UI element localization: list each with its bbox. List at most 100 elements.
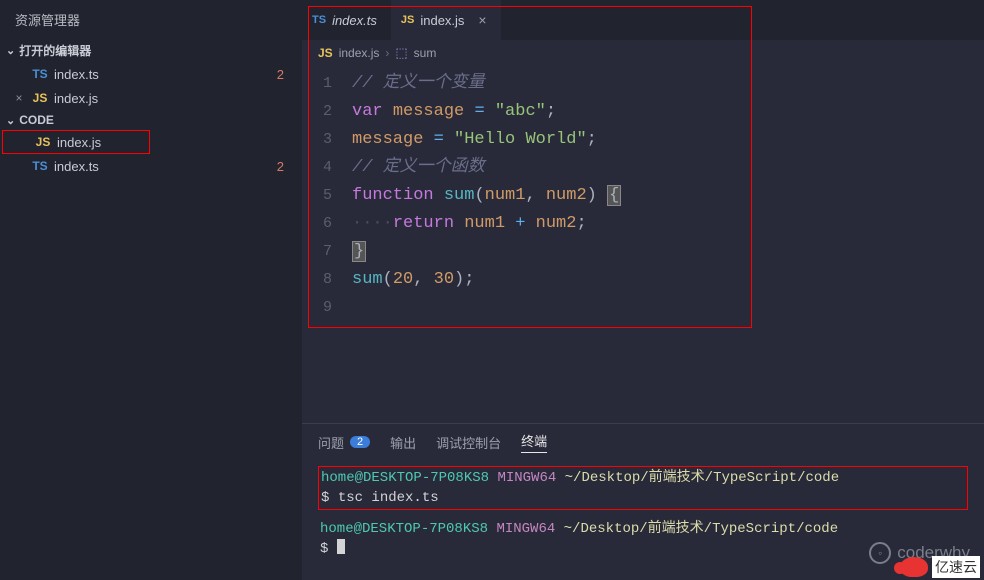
breadcrumb-symbol: sum	[414, 46, 437, 60]
code-token: ;	[576, 214, 586, 233]
close-icon[interactable]: ×	[478, 12, 486, 28]
terminal-path: ~/Desktop/前端技术/TypeScript/code	[564, 521, 838, 537]
terminal-cursor	[337, 539, 345, 554]
tab-label: 问题	[318, 433, 344, 452]
workspace-header[interactable]: ⌄ CODE	[0, 110, 302, 130]
problems-count: 2	[350, 436, 370, 448]
code-token: message	[352, 130, 423, 149]
editor-tabs: TS index.ts JS index.js ×	[302, 0, 984, 40]
tab-terminal[interactable]: 终端	[521, 431, 547, 453]
code-token: =	[474, 102, 484, 121]
js-icon: JS	[30, 91, 50, 105]
code-token: num1	[464, 214, 505, 233]
open-editor-item[interactable]: TS index.ts 2	[0, 62, 302, 86]
chevron-right-icon: ›	[385, 46, 389, 60]
symbol-method-icon: ⬚	[395, 45, 407, 61]
code-token: 20	[393, 270, 413, 289]
tab-label: index.js	[420, 13, 464, 28]
ts-icon: TS	[30, 159, 50, 173]
cloud-icon	[900, 557, 928, 577]
terminal-user: home@DESKTOP-7P08KS8	[320, 521, 488, 537]
wechat-icon: ◦	[869, 542, 891, 564]
code-editor[interactable]: 1// 定义一个变量 2var message = "abc"; 3messag…	[302, 66, 984, 423]
explorer-sidebar: 资源管理器 ⌄ 打开的编辑器 TS index.ts 2 × JS index.…	[0, 0, 302, 580]
breadcrumb[interactable]: JS index.js › ⬚ sum	[302, 40, 984, 66]
line-number: 9	[302, 294, 352, 322]
code-token: ,	[525, 186, 545, 205]
terminal-user: home@DESKTOP-7P08KS8	[321, 470, 489, 486]
code-token: 30	[434, 270, 454, 289]
panel-tabs: 问题 2 输出 调试控制台 终端	[302, 424, 984, 460]
line-number: 8	[302, 266, 352, 294]
code-token: +	[515, 214, 525, 233]
line-number: 2	[302, 98, 352, 126]
code-token: "Hello World"	[454, 130, 587, 149]
comment: // 定义一个函数	[352, 158, 485, 177]
comment: // 定义一个变量	[352, 74, 485, 93]
line-number: 3	[302, 126, 352, 154]
code-token: num2	[546, 186, 587, 205]
tab-label: index.ts	[332, 13, 377, 28]
breadcrumb-file: index.js	[339, 46, 380, 60]
code-token: (	[474, 186, 484, 205]
code-token: ;	[546, 102, 556, 121]
editor-area: TS index.ts JS index.js × JS index.js › …	[302, 0, 984, 580]
code-token: ;	[587, 130, 597, 149]
open-editors-header[interactable]: ⌄ 打开的编辑器	[0, 39, 302, 62]
terminal-command: tsc index.ts	[338, 490, 439, 506]
tab-indexts[interactable]: TS index.ts	[302, 0, 391, 40]
code-token: var	[352, 102, 383, 121]
code-token: ;	[464, 270, 474, 289]
file-item-indexts[interactable]: TS index.ts 2	[0, 154, 302, 178]
code-token: function	[352, 186, 434, 205]
ts-icon: TS	[312, 14, 326, 26]
file-label: index.js	[53, 135, 141, 150]
line-number: 1	[302, 70, 352, 98]
line-number: 6	[302, 210, 352, 238]
terminal-command-block: home@DESKTOP-7P08KS8 MINGW64 ~/Desktop/前…	[318, 466, 968, 510]
terminal-env: MINGW64	[496, 521, 555, 537]
file-label: index.ts	[50, 67, 277, 82]
code-token: "abc"	[495, 102, 546, 121]
terminal-path: ~/Desktop/前端技术/TypeScript/code	[565, 470, 839, 486]
code-token: {	[607, 185, 621, 206]
js-icon: JS	[33, 135, 53, 149]
code-token: }	[352, 241, 366, 262]
workspace-label: CODE	[19, 113, 54, 127]
tab-problems[interactable]: 问题 2	[318, 433, 370, 452]
terminal-env: MINGW64	[497, 470, 556, 486]
tab-debug-console[interactable]: 调试控制台	[436, 433, 501, 452]
indent-guide: ····	[352, 214, 393, 233]
terminal-dollar: $	[320, 541, 328, 557]
ts-icon: TS	[30, 67, 50, 81]
file-item-indexjs[interactable]: JS index.js	[2, 130, 150, 154]
file-label: index.js	[50, 91, 284, 106]
code-token: )	[587, 186, 607, 205]
tab-output[interactable]: 输出	[390, 433, 416, 452]
line-number: 4	[302, 154, 352, 182]
chevron-down-icon: ⌄	[6, 114, 15, 127]
tab-label: 终端	[521, 431, 547, 450]
code-token: num2	[536, 214, 577, 233]
code-token: ,	[413, 270, 433, 289]
code-token: message	[393, 102, 464, 121]
brand-text: 亿速云	[932, 556, 980, 578]
code-token: return	[393, 214, 454, 233]
js-icon: JS	[401, 14, 414, 26]
problem-badge: 2	[277, 159, 284, 174]
code-token: =	[434, 130, 444, 149]
terminal-dollar: $	[321, 490, 329, 506]
open-editor-item[interactable]: × JS index.js	[0, 86, 302, 110]
brand-logo: 亿速云	[900, 556, 980, 578]
file-label: index.ts	[50, 159, 277, 174]
tab-label: 调试控制台	[436, 433, 501, 452]
code-token: sum	[352, 270, 383, 289]
tab-indexjs[interactable]: JS index.js ×	[391, 0, 501, 40]
open-editors-label: 打开的编辑器	[19, 42, 91, 59]
problem-badge: 2	[277, 67, 284, 82]
code-token: )	[454, 270, 464, 289]
code-token: num1	[485, 186, 526, 205]
tab-label: 输出	[390, 433, 416, 452]
js-icon: JS	[318, 46, 333, 60]
close-editor-icon[interactable]: ×	[12, 91, 26, 105]
